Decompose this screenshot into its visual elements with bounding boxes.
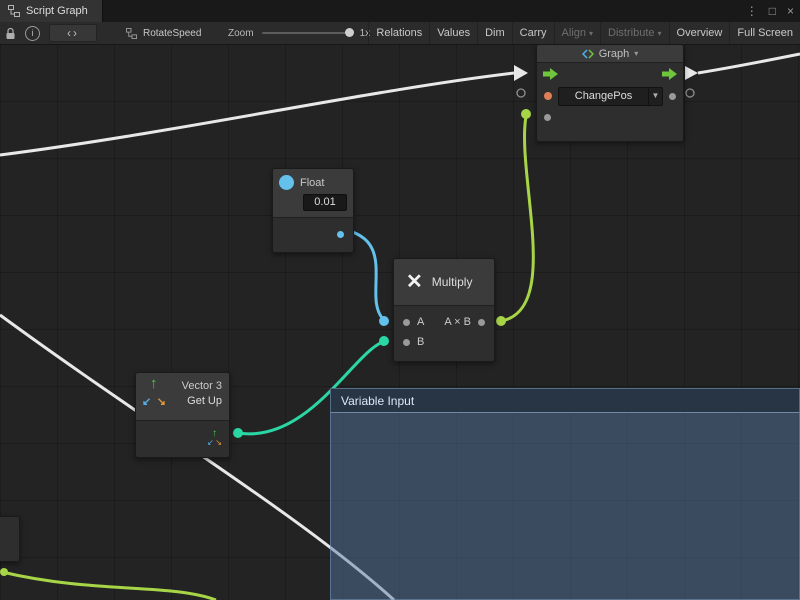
graph-node-title: Graph [599, 48, 630, 60]
graph-flow-row [537, 63, 683, 85]
graph-node-header[interactable]: Graph ▾ [537, 45, 683, 63]
graph-value-row: ChangePos ▼ [537, 85, 683, 107]
zoom-slider[interactable] [262, 32, 352, 34]
multiply-row-b: B [394, 332, 494, 352]
toolbar-buttons: Relations Values Dim Carry Align▾ Distri… [368, 22, 800, 44]
flow-out-port-icon[interactable] [662, 68, 677, 80]
gray-input-port[interactable] [544, 114, 551, 121]
values-button[interactable]: Values [429, 22, 477, 44]
chevron-down-icon: ▼ [648, 88, 662, 105]
group-header[interactable]: Variable Input [330, 388, 800, 412]
orange-input-port[interactable] [544, 92, 552, 100]
graph-node[interactable]: Graph ▾ ChangePos ▼ [536, 44, 684, 142]
tab-bar: Script Graph ⋮ □ × [0, 0, 800, 22]
graph-asset-name: RotateSpeed [143, 28, 201, 39]
align-button[interactable]: Align▾ [554, 22, 600, 44]
multiply-icon: ✕ [406, 272, 423, 292]
vector3-node-body: ↑↙↘ [136, 421, 229, 457]
graph-toolbar: i ‹› RotateSpeed Zoom 1x Relations Value… [0, 22, 800, 45]
vector3-icon: ↑↙↘ [143, 378, 169, 408]
output-label: A × B [444, 316, 471, 328]
float-icon [279, 175, 294, 190]
carry-button[interactable]: Carry [512, 22, 554, 44]
zoom-control: Zoom 1x [228, 22, 370, 44]
vector3-node-title: Vector 3 [174, 380, 222, 392]
changepos-dropdown-value: ChangePos [559, 90, 648, 102]
multiply-node-header[interactable]: ✕ Multiply [394, 259, 494, 306]
vector3-operation-label: Get Up [174, 395, 222, 407]
output-port[interactable] [478, 319, 485, 326]
tab-script-graph[interactable]: Script Graph [0, 0, 103, 22]
float-node[interactable]: Float 0.01 [272, 168, 354, 253]
gray-output-port[interactable] [669, 93, 676, 100]
vector3-port-icon[interactable]: ↑↙↘ [208, 431, 222, 445]
dim-button[interactable]: Dim [477, 22, 512, 44]
vector3-node-header[interactable]: ↑↙↘ Vector 3 Get Up [136, 373, 229, 421]
chevron-down-icon: ▾ [589, 29, 593, 38]
float-node-header[interactable]: Float 0.01 [273, 169, 353, 218]
graph-extra-row [537, 107, 683, 127]
multiply-row-a: A A × B [394, 312, 494, 332]
tab-title: Script Graph [26, 5, 88, 17]
script-graph-window: Script Graph ⋮ □ × i ‹› Rotat [0, 0, 800, 600]
close-icon[interactable]: × [787, 4, 794, 18]
variable-input-group[interactable]: Variable Input [330, 388, 800, 600]
lock-icon[interactable] [5, 27, 16, 40]
window-controls: ⋮ □ × [746, 0, 794, 22]
group-title: Variable Input [341, 394, 414, 408]
full-screen-button[interactable]: Full Screen [729, 22, 800, 44]
vector3-node[interactable]: ↑↙↘ Vector 3 Get Up ↑↙↘ [135, 372, 230, 458]
graph-asset-icon [126, 28, 137, 39]
flow-in-port-icon[interactable] [543, 68, 558, 80]
graph-node-icon [582, 48, 594, 60]
zoom-slider-thumb[interactable] [345, 28, 354, 37]
input-a-port[interactable] [403, 319, 410, 326]
partial-node[interactable] [0, 516, 20, 562]
float-node-title: Float [300, 177, 324, 189]
graph-asset[interactable]: RotateSpeed [126, 22, 201, 44]
script-graph-icon [8, 5, 20, 17]
chevron-down-icon: ▾ [658, 29, 662, 38]
kebab-menu-icon[interactable]: ⋮ [746, 4, 758, 18]
input-b-label: B [417, 336, 424, 348]
input-b-port[interactable] [403, 339, 410, 346]
multiply-node-title: Multiply [432, 275, 473, 289]
chevron-down-icon: ▾ [634, 49, 638, 58]
float-value-input[interactable]: 0.01 [303, 194, 347, 211]
code-toggle-icon[interactable]: ‹› [49, 24, 97, 42]
float-node-body [273, 218, 353, 252]
group-body[interactable] [330, 412, 800, 600]
overview-button[interactable]: Overview [669, 22, 730, 44]
maximize-icon[interactable]: □ [769, 4, 776, 18]
changepos-dropdown[interactable]: ChangePos ▼ [558, 87, 663, 106]
multiply-node-body: A A × B B [394, 306, 494, 361]
zoom-label: Zoom [228, 28, 254, 39]
float-output-port[interactable] [337, 231, 344, 238]
info-icon[interactable]: i [25, 26, 40, 41]
distribute-button[interactable]: Distribute▾ [600, 22, 668, 44]
multiply-node[interactable]: ✕ Multiply A A × B B [393, 258, 495, 362]
relations-button[interactable]: Relations [368, 22, 429, 44]
toolbar-left-icons: i ‹› [5, 22, 97, 44]
input-a-label: A [417, 316, 424, 328]
